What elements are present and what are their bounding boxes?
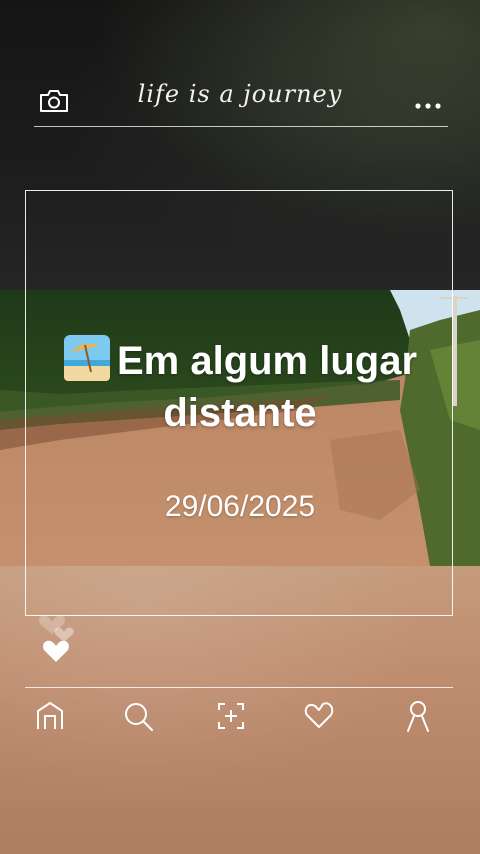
beach-umbrella-icon [63,334,111,382]
more-dots-icon[interactable] [414,96,442,109]
post-location-text: Em algum lugar distante [116,339,418,435]
nav-divider [25,687,453,688]
search-icon[interactable] [120,698,156,734]
header: life is a journey [0,78,480,128]
post-date: 29/06/2025 [164,490,316,523]
post-location: Em algum lugar distante [30,334,450,439]
like-reaction[interactable] [36,608,86,668]
bottom-nav [0,698,480,738]
heart-icon [43,640,69,662]
home-icon[interactable] [32,698,68,734]
heart-outline-icon[interactable] [301,698,337,734]
add-post-icon[interactable] [213,698,249,734]
profile-icon[interactable] [400,698,436,734]
heart-icon [54,627,74,642]
app-title: life is a journey [137,80,343,108]
header-divider [34,126,448,127]
